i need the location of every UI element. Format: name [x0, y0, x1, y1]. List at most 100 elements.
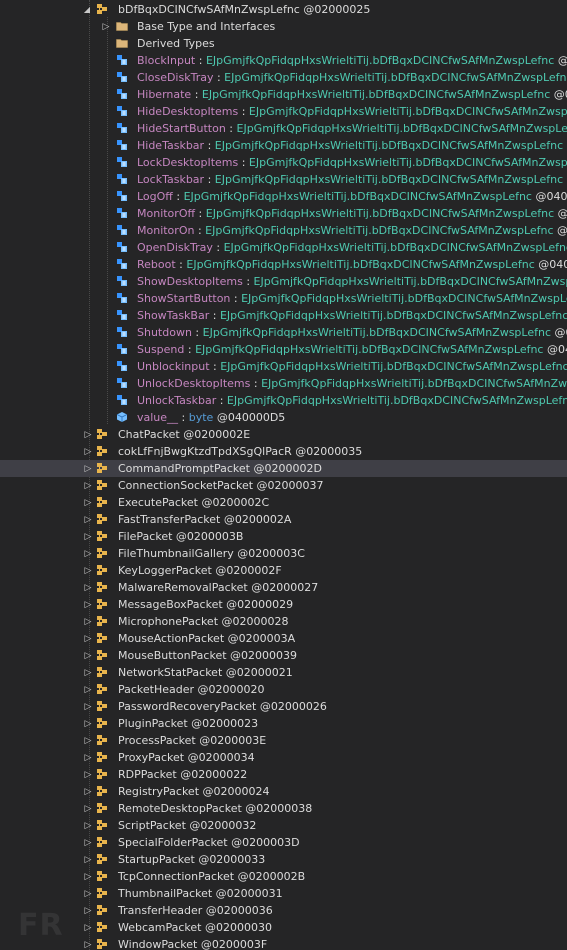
triangle-right-icon[interactable]: ▷	[83, 885, 93, 902]
tree-node-enum-field[interactable]: CloseDiskTray : EJpGmjfkQpFidqpHxsWrielt…	[0, 69, 567, 86]
tree-node-class[interactable]: ▷ CommandPromptPacket @0200002D	[0, 460, 567, 477]
triangle-right-icon[interactable]: ▷	[83, 460, 93, 477]
tree-node-class[interactable]: ▷ cokLfFnjBwgKtzdTpdXSgQlPacR @02000035	[0, 443, 567, 460]
tree-node-class[interactable]: ▷ WebcamPacket @02000030	[0, 919, 567, 936]
tree-node-enum-field[interactable]: Unblockinput : EJpGmjfkQpFidqpHxsWrielti…	[0, 358, 567, 375]
tree-node-enum-field[interactable]: HideDesktopItems : EJpGmjfkQpFidqpHxsWri…	[0, 103, 567, 120]
tree-node-class[interactable]: ▷ FileThumbnailGallery @0200003C	[0, 545, 567, 562]
tree-node-class[interactable]: ▷ PacketHeader @02000020	[0, 681, 567, 698]
tree-node-class[interactable]: ▷ ThumbnailPacket @02000031	[0, 885, 567, 902]
tree-node-class[interactable]: ▷ PasswordRecoveryPacket @02000026	[0, 698, 567, 715]
tree-node-class[interactable]: ▷ FastTransferPacket @0200002A	[0, 511, 567, 528]
triangle-right-icon[interactable]: ▷	[83, 715, 93, 732]
triangle-down-icon[interactable]: ◢	[82, 1, 92, 18]
tree-node-class[interactable]: ▷ TcpConnectionPacket @0200002B	[0, 868, 567, 885]
class-name: MessageBoxPacket	[118, 598, 223, 611]
tree-node-folder[interactable]: Derived Types	[0, 35, 567, 52]
class-icon	[96, 768, 108, 780]
triangle-right-icon[interactable]: ▷	[101, 18, 111, 35]
field-name: value__	[137, 411, 179, 424]
triangle-right-icon[interactable]: ▷	[83, 732, 93, 749]
tree-node-class[interactable]: ▷ TransferHeader @02000036	[0, 902, 567, 919]
tree-node-folder[interactable]: ▷ Base Type and Interfaces	[0, 18, 567, 35]
triangle-right-icon[interactable]: ▷	[83, 443, 93, 460]
tree-node-enum-field[interactable]: LockDesktopItems : EJpGmjfkQpFidqpHxsWri…	[0, 154, 567, 171]
tree-node-enum-field[interactable]: BlockInput : EJpGmjfkQpFidqpHxsWrieltiTi…	[0, 52, 567, 69]
tree-node-class[interactable]: ▷ StartupPacket @02000033	[0, 851, 567, 868]
triangle-right-icon[interactable]: ▷	[83, 528, 93, 545]
tree-node-enum-type[interactable]: ◢ bDfBqxDCINCfwSAfMnZwspLefnc @02000025	[0, 1, 567, 18]
tree-node-class[interactable]: ▷ FilePacket @0200003B	[0, 528, 567, 545]
tree-node-enum-field[interactable]: HideStartButton : EJpGmjfkQpFidqpHxsWrie…	[0, 120, 567, 137]
triangle-right-icon[interactable]: ▷	[83, 783, 93, 800]
enum-field-icon	[116, 173, 128, 185]
class-icon	[96, 581, 108, 593]
tree-node-class[interactable]: ▷ MicrophonePacket @02000028	[0, 613, 567, 630]
triangle-right-icon[interactable]: ▷	[83, 936, 93, 950]
tree-node-class[interactable]: ▷ ConnectionSocketPacket @02000037	[0, 477, 567, 494]
field-name: UnlockTaskbar	[137, 394, 217, 407]
triangle-right-icon[interactable]: ▷	[83, 749, 93, 766]
tree-node-class[interactable]: ▷ RDPPacket @02000022	[0, 766, 567, 783]
tree-node-class[interactable]: ▷ ScriptPacket @02000032	[0, 817, 567, 834]
triangle-right-icon[interactable]: ▷	[83, 851, 93, 868]
tree-node-class[interactable]: ▷ KeyLoggerPacket @0200002F	[0, 562, 567, 579]
tree-node-class[interactable]: ▷ MouseActionPacket @0200003A	[0, 630, 567, 647]
tree-node-enum-field[interactable]: Reboot : EJpGmjfkQpFidqpHxsWrieltiTij.bD…	[0, 256, 567, 273]
tree-node-class[interactable]: ▷ MouseButtonPacket @02000039	[0, 647, 567, 664]
tree-node-enum-field[interactable]: HideTaskbar : EJpGmjfkQpFidqpHxsWrieltiT…	[0, 137, 567, 154]
triangle-right-icon[interactable]: ▷	[83, 681, 93, 698]
triangle-right-icon[interactable]: ▷	[83, 596, 93, 613]
triangle-right-icon[interactable]: ▷	[83, 817, 93, 834]
tree-node-class[interactable]: ▷ WindowPacket @0200003F	[0, 936, 567, 950]
node-label: ShowStartButton : EJpGmjfkQpFidqpHxsWrie…	[137, 290, 567, 307]
triangle-right-icon[interactable]: ▷	[83, 868, 93, 885]
tree-node-enum-field[interactable]: UnlockDesktopItems : EJpGmjfkQpFidqpHxsW…	[0, 375, 567, 392]
tree-node-enum-field[interactable]: ShowStartButton : EJpGmjfkQpFidqpHxsWrie…	[0, 290, 567, 307]
triangle-right-icon[interactable]: ▷	[83, 613, 93, 630]
triangle-right-icon[interactable]: ▷	[83, 511, 93, 528]
field-name: LockTaskbar	[137, 173, 205, 186]
tree-node-class[interactable]: ▷ ProxyPacket @02000034	[0, 749, 567, 766]
triangle-right-icon[interactable]: ▷	[83, 800, 93, 817]
tree-node-enum-field[interactable]: LogOff : EJpGmjfkQpFidqpHxsWrieltiTij.bD…	[0, 188, 567, 205]
tree-node-class[interactable]: ▷ MessageBoxPacket @02000029	[0, 596, 567, 613]
tree-node-value-field[interactable]: value__ : byte @040000D5	[0, 409, 567, 426]
triangle-right-icon[interactable]: ▷	[83, 766, 93, 783]
tree-node-enum-field[interactable]: MonitorOn : EJpGmjfkQpFidqpHxsWrieltiTij…	[0, 222, 567, 239]
triangle-right-icon[interactable]: ▷	[83, 698, 93, 715]
triangle-right-icon[interactable]: ▷	[83, 494, 93, 511]
tree-node-class[interactable]: ▷ ProcessPacket @0200003E	[0, 732, 567, 749]
tree-node-enum-field[interactable]: Suspend : EJpGmjfkQpFidqpHxsWrieltiTij.b…	[0, 341, 567, 358]
tree-node-class[interactable]: ▷ SpecialFolderPacket @0200003D	[0, 834, 567, 851]
tree-node-enum-field[interactable]: ShowTaskBar : EJpGmjfkQpFidqpHxsWrieltiT…	[0, 307, 567, 324]
tree-node-enum-field[interactable]: MonitorOff : EJpGmjfkQpFidqpHxsWrieltiTi…	[0, 205, 567, 222]
triangle-right-icon[interactable]: ▷	[83, 834, 93, 851]
tree-node-class[interactable]: ▷ ChatPacket @0200002E	[0, 426, 567, 443]
triangle-right-icon[interactable]: ▷	[83, 664, 93, 681]
tree-node-enum-field[interactable]: Hibernate : EJpGmjfkQpFidqpHxsWrieltiTij…	[0, 86, 567, 103]
class-icon	[96, 666, 108, 678]
triangle-right-icon[interactable]: ▷	[83, 647, 93, 664]
tree-node-enum-field[interactable]: Shutdown : EJpGmjfkQpFidqpHxsWrieltiTij.…	[0, 324, 567, 341]
tree-node-class[interactable]: ▷ RemoteDesktopPacket @02000038	[0, 800, 567, 817]
tree-node-class[interactable]: ▷ RegistryPacket @02000024	[0, 783, 567, 800]
tree-node-class[interactable]: ▷ PluginPacket @02000023	[0, 715, 567, 732]
assembly-explorer-tree[interactable]: ◢ bDfBqxDCINCfwSAfMnZwspLefnc @02000025 ▷ B…	[0, 0, 567, 950]
tree-node-enum-field[interactable]: LockTaskbar : EJpGmjfkQpFidqpHxsWrieltiT…	[0, 171, 567, 188]
triangle-right-icon[interactable]: ▷	[83, 477, 93, 494]
triangle-right-icon[interactable]: ▷	[83, 545, 93, 562]
triangle-right-icon[interactable]: ▷	[83, 630, 93, 647]
triangle-right-icon[interactable]: ▷	[83, 919, 93, 936]
triangle-right-icon[interactable]: ▷	[83, 562, 93, 579]
triangle-right-icon[interactable]: ▷	[83, 579, 93, 596]
tree-node-enum-field[interactable]: OpenDiskTray : EJpGmjfkQpFidqpHxsWrielti…	[0, 239, 567, 256]
separator: :	[213, 71, 225, 84]
tree-node-class[interactable]: ▷ NetworkStatPacket @02000021	[0, 664, 567, 681]
tree-node-enum-field[interactable]: UnlockTaskbar : EJpGmjfkQpFidqpHxsWrielt…	[0, 392, 567, 409]
tree-node-enum-field[interactable]: ShowDesktopItems : EJpGmjfkQpFidqpHxsWri…	[0, 273, 567, 290]
triangle-right-icon[interactable]: ▷	[83, 902, 93, 919]
triangle-right-icon[interactable]: ▷	[83, 426, 93, 443]
tree-node-class[interactable]: ▷ ExecutePacket @0200002C	[0, 494, 567, 511]
tree-node-class[interactable]: ▷ MalwareRemovalPacket @02000027	[0, 579, 567, 596]
